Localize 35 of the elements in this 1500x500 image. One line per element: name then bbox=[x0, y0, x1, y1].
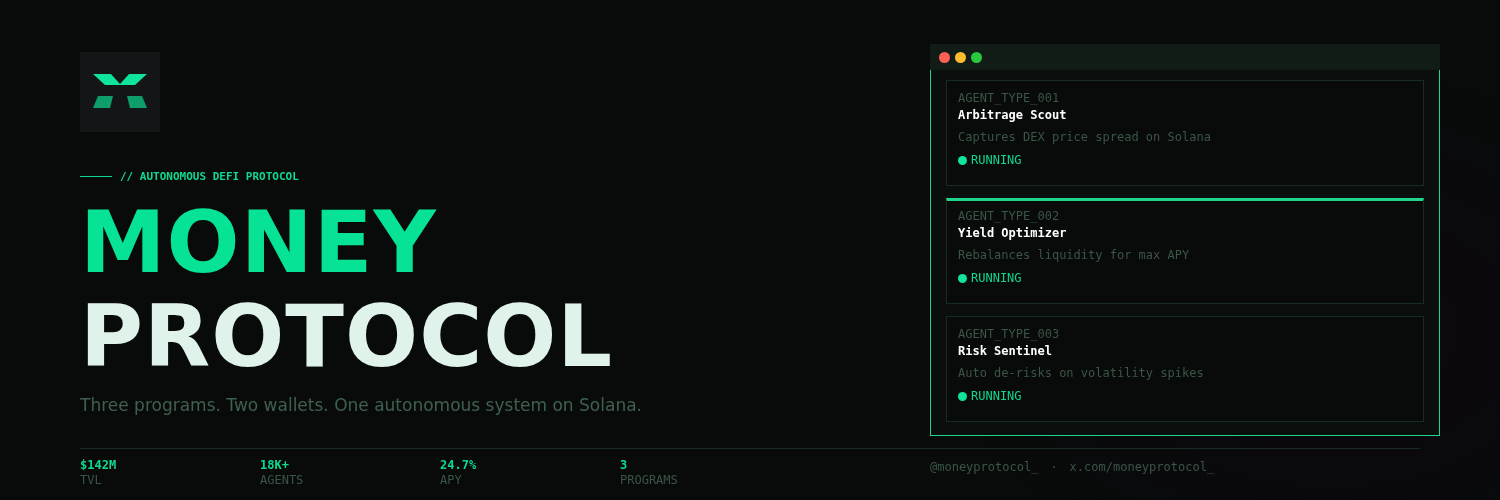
subtitle: Three programs. Two wallets. One autonomous system on Solana. bbox=[80, 395, 642, 415]
accent-rule bbox=[80, 176, 112, 177]
profile-link[interactable]: x.com/moneyprotocol_ bbox=[1069, 460, 1215, 500]
tagline: // AUTONOMOUS DEFI PROTOCOL bbox=[120, 170, 299, 183]
agent-type: AGENT_TYPE_001 bbox=[958, 90, 1061, 106]
separator-dot: · bbox=[1050, 460, 1058, 476]
window-control-icon bbox=[971, 51, 982, 63]
agent-name: Risk Sentinel bbox=[958, 343, 1053, 360]
status-dot-icon bbox=[958, 155, 967, 165]
stat-label: AGENTS bbox=[260, 472, 305, 488]
agent-status: RUNNING bbox=[971, 270, 1022, 286]
agent-type: AGENT_TYPE_002 bbox=[958, 208, 1061, 224]
stat-label: APY bbox=[440, 472, 463, 488]
agent-description: Rebalances liquidity for max APY bbox=[958, 247, 1191, 263]
status-dot-icon bbox=[958, 391, 967, 401]
agent-description: Auto de-risks on volatility spikes bbox=[958, 365, 1205, 381]
window-control-icon bbox=[939, 51, 950, 63]
logo-mark-icon bbox=[93, 74, 147, 110]
window-control-icon bbox=[955, 51, 966, 63]
stat-value: 24.7% bbox=[440, 458, 478, 472]
stat-value: 18K+ bbox=[260, 458, 290, 472]
status-dot-icon bbox=[958, 273, 967, 283]
agent-description: Captures DEX price spread on Solana bbox=[958, 129, 1212, 145]
agent-status: RUNNING bbox=[971, 152, 1022, 168]
title-line: MONEY bbox=[80, 195, 437, 289]
stat-value: $142M bbox=[80, 458, 118, 472]
stat-label: TVL bbox=[80, 472, 103, 488]
title-line: PROTOCOL bbox=[80, 289, 614, 383]
agent-type: AGENT_TYPE_003 bbox=[958, 326, 1061, 342]
agent-name: Arbitrage Scout bbox=[958, 107, 1068, 124]
stat-value: 3 bbox=[620, 458, 629, 472]
agent-status: RUNNING bbox=[971, 388, 1022, 404]
agent-name: Yield Optimizer bbox=[958, 225, 1068, 242]
social-handle: @moneyprotocol_ bbox=[930, 460, 1039, 476]
stat-label: PROGRAMS bbox=[620, 472, 679, 488]
